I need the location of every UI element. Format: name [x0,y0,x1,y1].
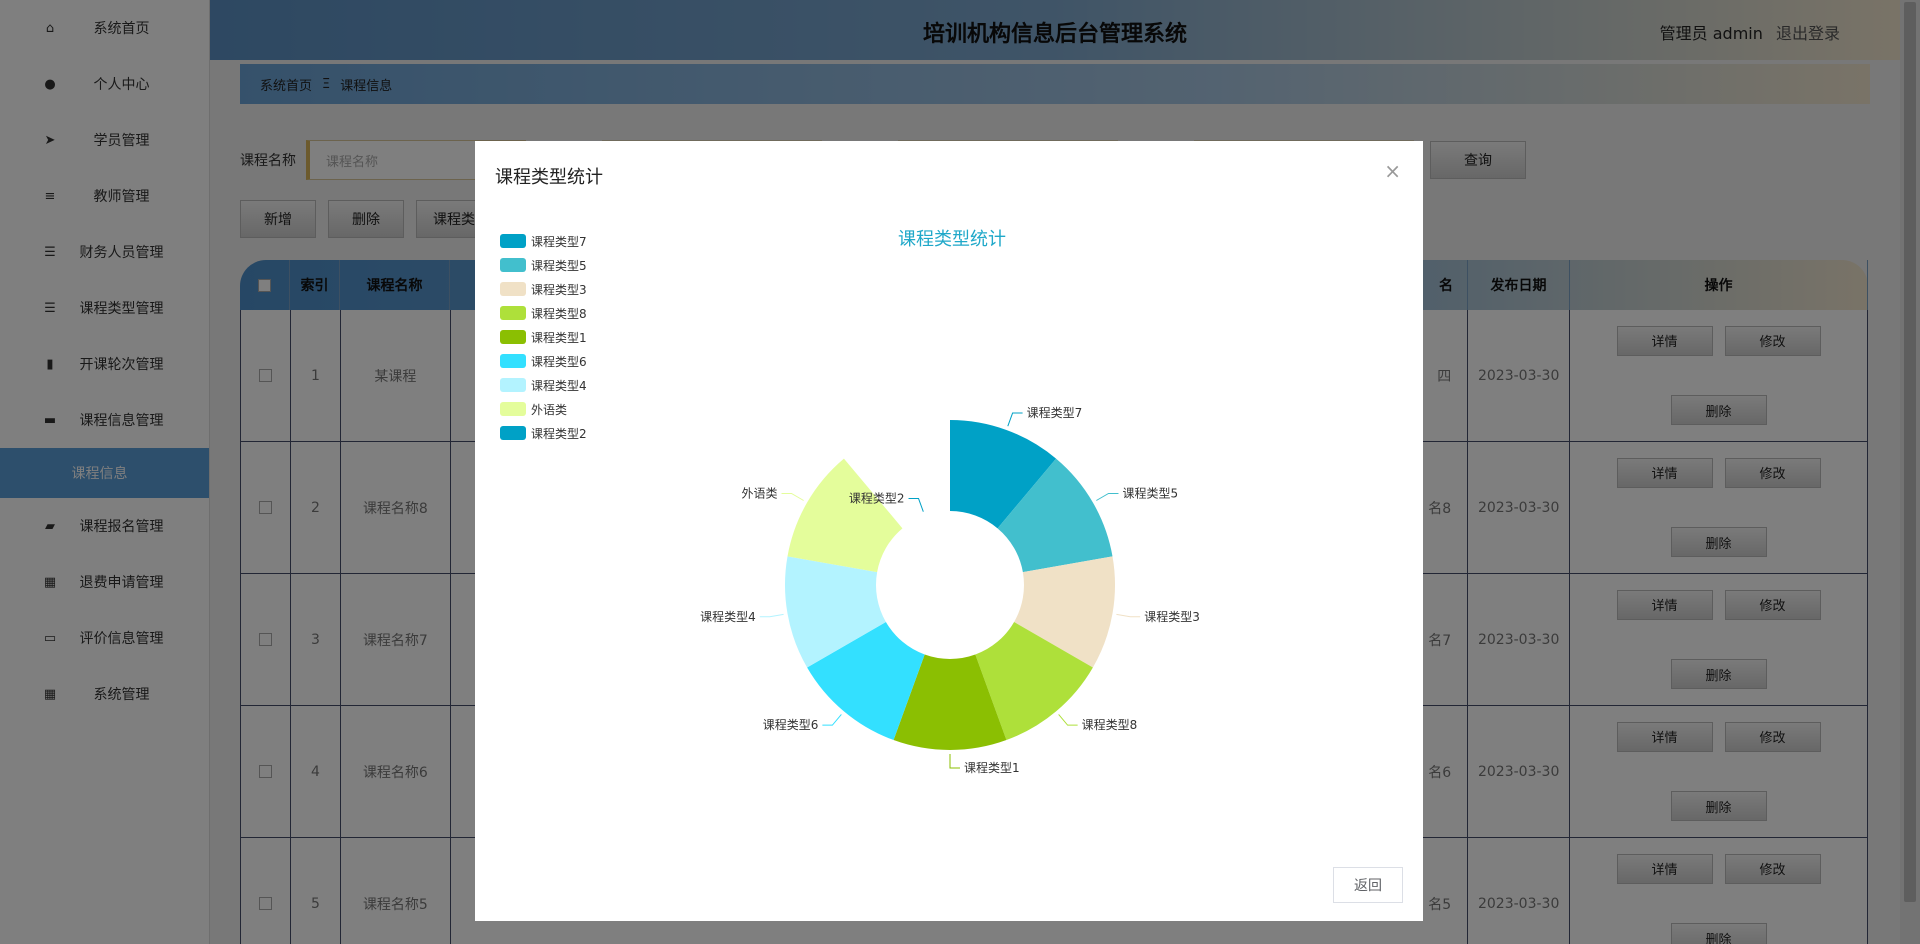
label-leader-line [908,498,924,512]
slice-label: 课程类型2 [849,491,905,506]
slice-label: 课程类型1 [964,760,1020,775]
label-leader-line [759,613,784,618]
label-leader-line [1096,493,1119,501]
return-button[interactable]: 返回 [1333,867,1403,903]
chart-canvas: 课程类型统计 课程类型7 课程类型5 课程类型3 课程类型8 课程类型1 课程类型6 课程类… [700,229,1200,775]
slice-label: 课程类型5 [1122,486,1178,501]
label-leader-line [949,754,960,769]
label-leader-line [822,714,842,726]
label-leader-line [1007,412,1023,427]
slice-label: 课程类型6 [763,717,819,732]
label-leader-line [1058,714,1078,726]
slice-label: 课程类型4 [700,609,756,624]
chart-title: 课程类型统计 [898,229,1006,250]
slice-label: 课程类型7 [1027,405,1083,420]
label-leader-line [781,493,804,501]
stats-modal: 课程类型统计 × 课程类型7 课程类型5 课程类型3 课程类型8 课程类型1 课程类型6 课… [475,141,1423,921]
label-leader-line [1116,613,1141,618]
pie-slice[interactable] [787,458,903,573]
slice-label: 课程类型3 [1144,609,1200,624]
slice-label: 外语类 [742,487,778,501]
slice-label: 课程类型8 [1082,717,1138,732]
